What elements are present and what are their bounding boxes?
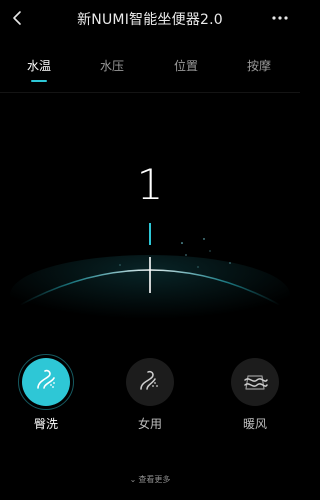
- mode-rear-wash: 臀洗: [11, 354, 81, 432]
- tab-water-temperature[interactable]: 水温: [19, 57, 59, 74]
- rear-wash-label: 臀洗: [33, 417, 58, 431]
- tab-position[interactable]: 位置: [166, 57, 206, 74]
- warm-air-button[interactable]: [231, 358, 279, 406]
- tab-water-pressure[interactable]: 水压: [92, 57, 132, 74]
- tab-massage[interactable]: 按摩: [239, 57, 279, 74]
- feminine-wash-button[interactable]: [126, 358, 174, 406]
- active-mode-ring: [18, 354, 74, 410]
- feminine-wash-icon: [140, 370, 158, 390]
- feminine-wash-label: 女用: [137, 417, 162, 431]
- mode-warm-air: 暖风: [220, 358, 290, 432]
- warm-air-label: 暖风: [242, 417, 267, 431]
- see-more-label: 查看更多: [138, 475, 171, 484]
- rear-wash-button[interactable]: [18, 354, 74, 410]
- more-dots-icon: [272, 16, 288, 20]
- level-value: 1: [136, 160, 164, 209]
- warm-air-dryer-icon: [244, 375, 268, 390]
- page-title: 新NUMI智能坐便器2.0: [77, 12, 223, 28]
- see-more-link[interactable]: ⌄ 查看更多: [0, 474, 300, 485]
- more-options-button[interactable]: [270, 10, 290, 26]
- active-tab-indicator: [31, 80, 47, 82]
- level-dial[interactable]: [0, 95, 300, 335]
- tabs-divider: [0, 92, 300, 93]
- back-button[interactable]: [10, 10, 26, 26]
- chevron-left-icon: [13, 11, 21, 25]
- chevron-down-icon: ⌄: [129, 475, 137, 484]
- setting-tabs: 水温 水压 位置 按摩: [0, 52, 300, 88]
- mode-feminine-wash: 女用: [115, 358, 185, 432]
- top-bar: 新NUMI智能坐便器2.0: [0, 0, 300, 36]
